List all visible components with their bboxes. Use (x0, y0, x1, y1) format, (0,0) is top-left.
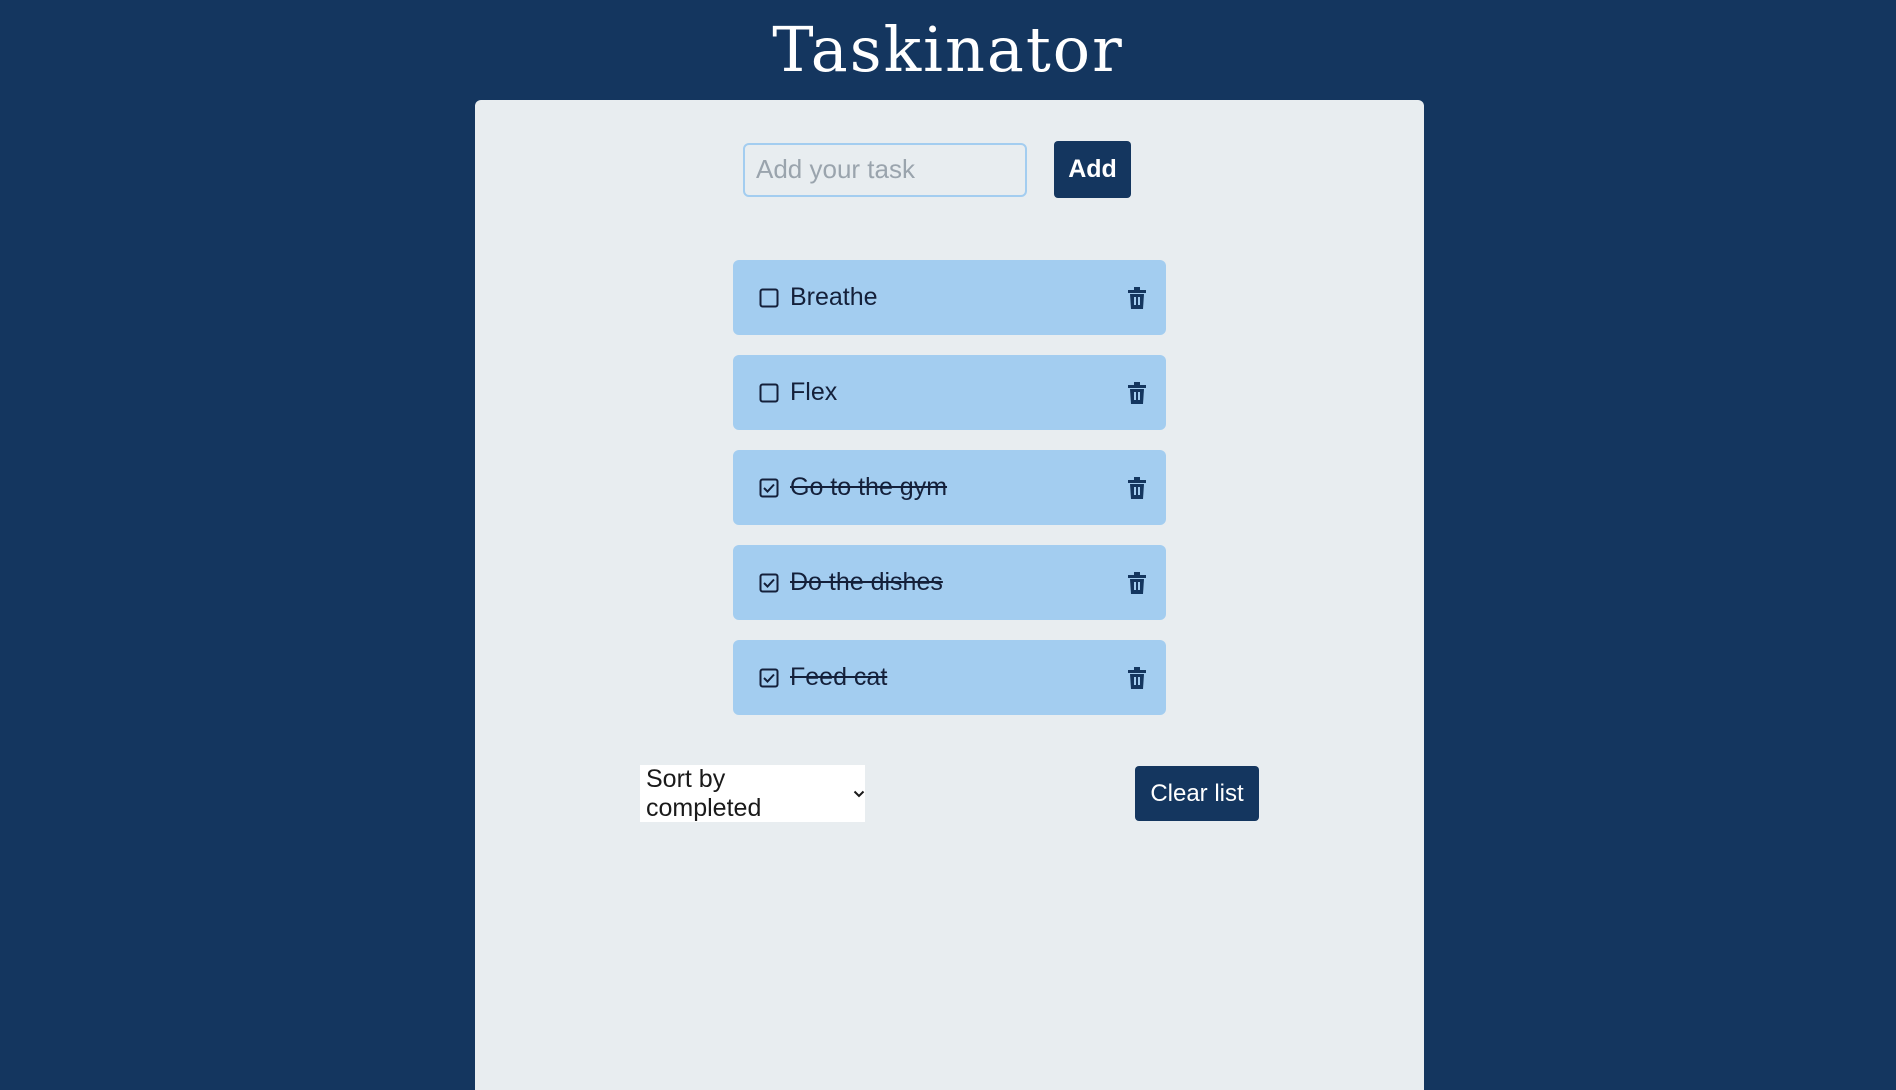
task-label: Breathe (790, 283, 878, 311)
add-button[interactable]: Add (1054, 141, 1131, 198)
task-label: Do the dishes (790, 568, 943, 596)
sort-select[interactable]: Sort by completed (640, 765, 865, 822)
task-label: Go to the gym (790, 473, 948, 501)
task-item: Go to the gym (733, 450, 1166, 525)
checkbox-unchecked-icon[interactable] (759, 383, 779, 403)
trash-icon[interactable] (1125, 380, 1149, 406)
app-title: Taskinator (772, 13, 1124, 86)
checkbox-unchecked-icon[interactable] (759, 288, 779, 308)
task-input[interactable] (743, 142, 1027, 197)
trash-icon[interactable] (1125, 475, 1149, 501)
chevron-down-icon (853, 790, 865, 798)
task-label: Feed cat (790, 663, 888, 691)
task-list: Breathe Flex Go to the gym Do the dishes… (733, 260, 1166, 735)
task-label: Flex (790, 378, 838, 406)
add-task-form: Add (743, 141, 1131, 198)
task-item: Flex (733, 355, 1166, 430)
checkbox-checked-icon[interactable] (759, 478, 779, 498)
checkbox-checked-icon[interactable] (759, 668, 779, 688)
clear-list-button[interactable]: Clear list (1135, 766, 1259, 821)
trash-icon[interactable] (1125, 285, 1149, 311)
checkbox-checked-icon[interactable] (759, 573, 779, 593)
main-panel: Add Breathe Flex Go to the gym (475, 100, 1424, 1090)
task-item: Feed cat (733, 640, 1166, 715)
task-item: Do the dishes (733, 545, 1166, 620)
list-controls: Sort by completed Clear list (640, 765, 1259, 822)
task-item: Breathe (733, 260, 1166, 335)
sort-selected-value: Sort by completed (646, 764, 762, 822)
trash-icon[interactable] (1125, 665, 1149, 691)
trash-icon[interactable] (1125, 570, 1149, 596)
